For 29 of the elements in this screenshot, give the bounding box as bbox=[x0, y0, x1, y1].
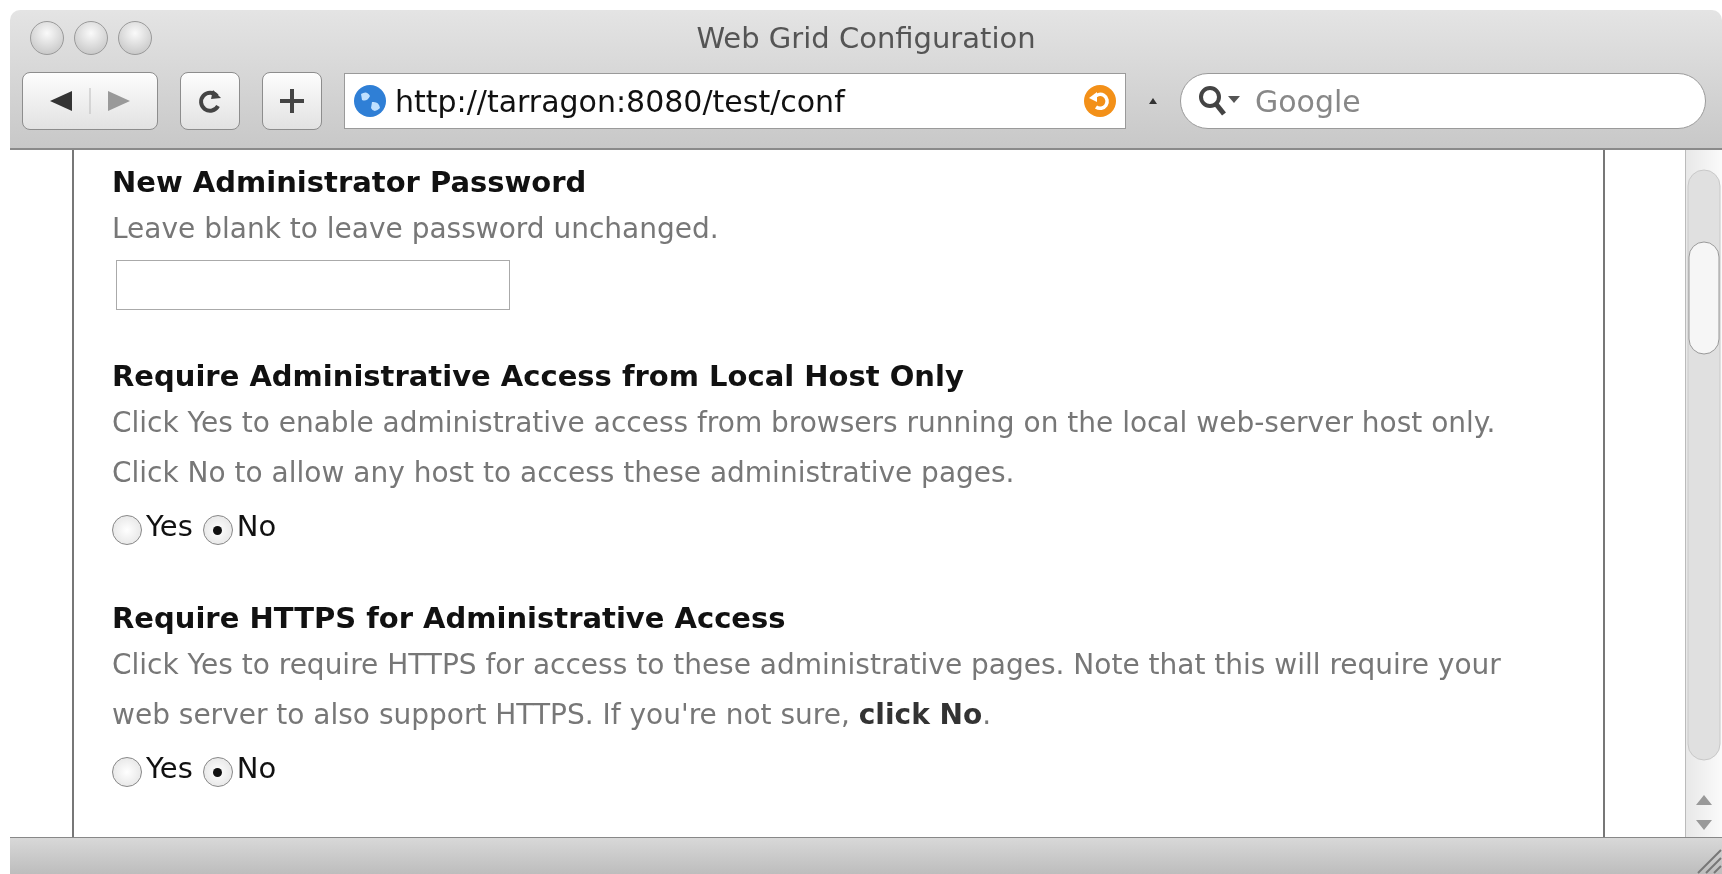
section-heading: New Administrator Password bbox=[112, 164, 588, 201]
zoom-button[interactable] bbox=[118, 21, 152, 55]
radio-option[interactable]: Yes bbox=[112, 749, 193, 787]
add-button[interactable] bbox=[262, 72, 322, 130]
address-field[interactable]: http://tarragon:8080/test/conf bbox=[344, 73, 1126, 129]
password-field[interactable] bbox=[116, 260, 510, 310]
globe-icon bbox=[353, 84, 387, 118]
search-icon bbox=[1198, 84, 1242, 118]
radio-option[interactable]: No bbox=[202, 507, 277, 545]
back-forward-button[interactable] bbox=[22, 72, 158, 130]
radio-button[interactable] bbox=[202, 515, 233, 545]
window-title: Web Grid Configuration bbox=[696, 21, 1036, 55]
close-button[interactable] bbox=[30, 21, 64, 55]
radio-option[interactable]: No bbox=[202, 749, 277, 787]
section-description: Click Yes to require HTTPS for access to these administrative pages. Note that this will require your web server to also support HTTPS. If you're not sure, click No. bbox=[112, 647, 1502, 733]
radio-button[interactable] bbox=[112, 757, 142, 787]
radio-button[interactable] bbox=[112, 515, 142, 545]
plus-icon bbox=[277, 86, 307, 116]
section-description: Leave blank to leave password unchanged. bbox=[112, 211, 720, 247]
section-description: Click Yes to enable administrative access from browsers running on the local web-server host only. Click No to allow any host to access these administrative pages. bbox=[112, 405, 1497, 491]
snapback-icon bbox=[1083, 84, 1117, 118]
section-heading: Require HTTPS for Administrative Access bbox=[112, 600, 787, 637]
section-heading: Require Administrative Access from Local Host Only bbox=[112, 358, 965, 395]
minimize-button[interactable] bbox=[74, 21, 108, 55]
reload-button[interactable] bbox=[180, 72, 240, 130]
scrollbar[interactable] bbox=[1685, 150, 1722, 837]
radio-option[interactable]: Yes bbox=[112, 507, 193, 545]
search-field[interactable]: Google bbox=[1180, 73, 1706, 129]
radio-button[interactable] bbox=[202, 757, 233, 787]
